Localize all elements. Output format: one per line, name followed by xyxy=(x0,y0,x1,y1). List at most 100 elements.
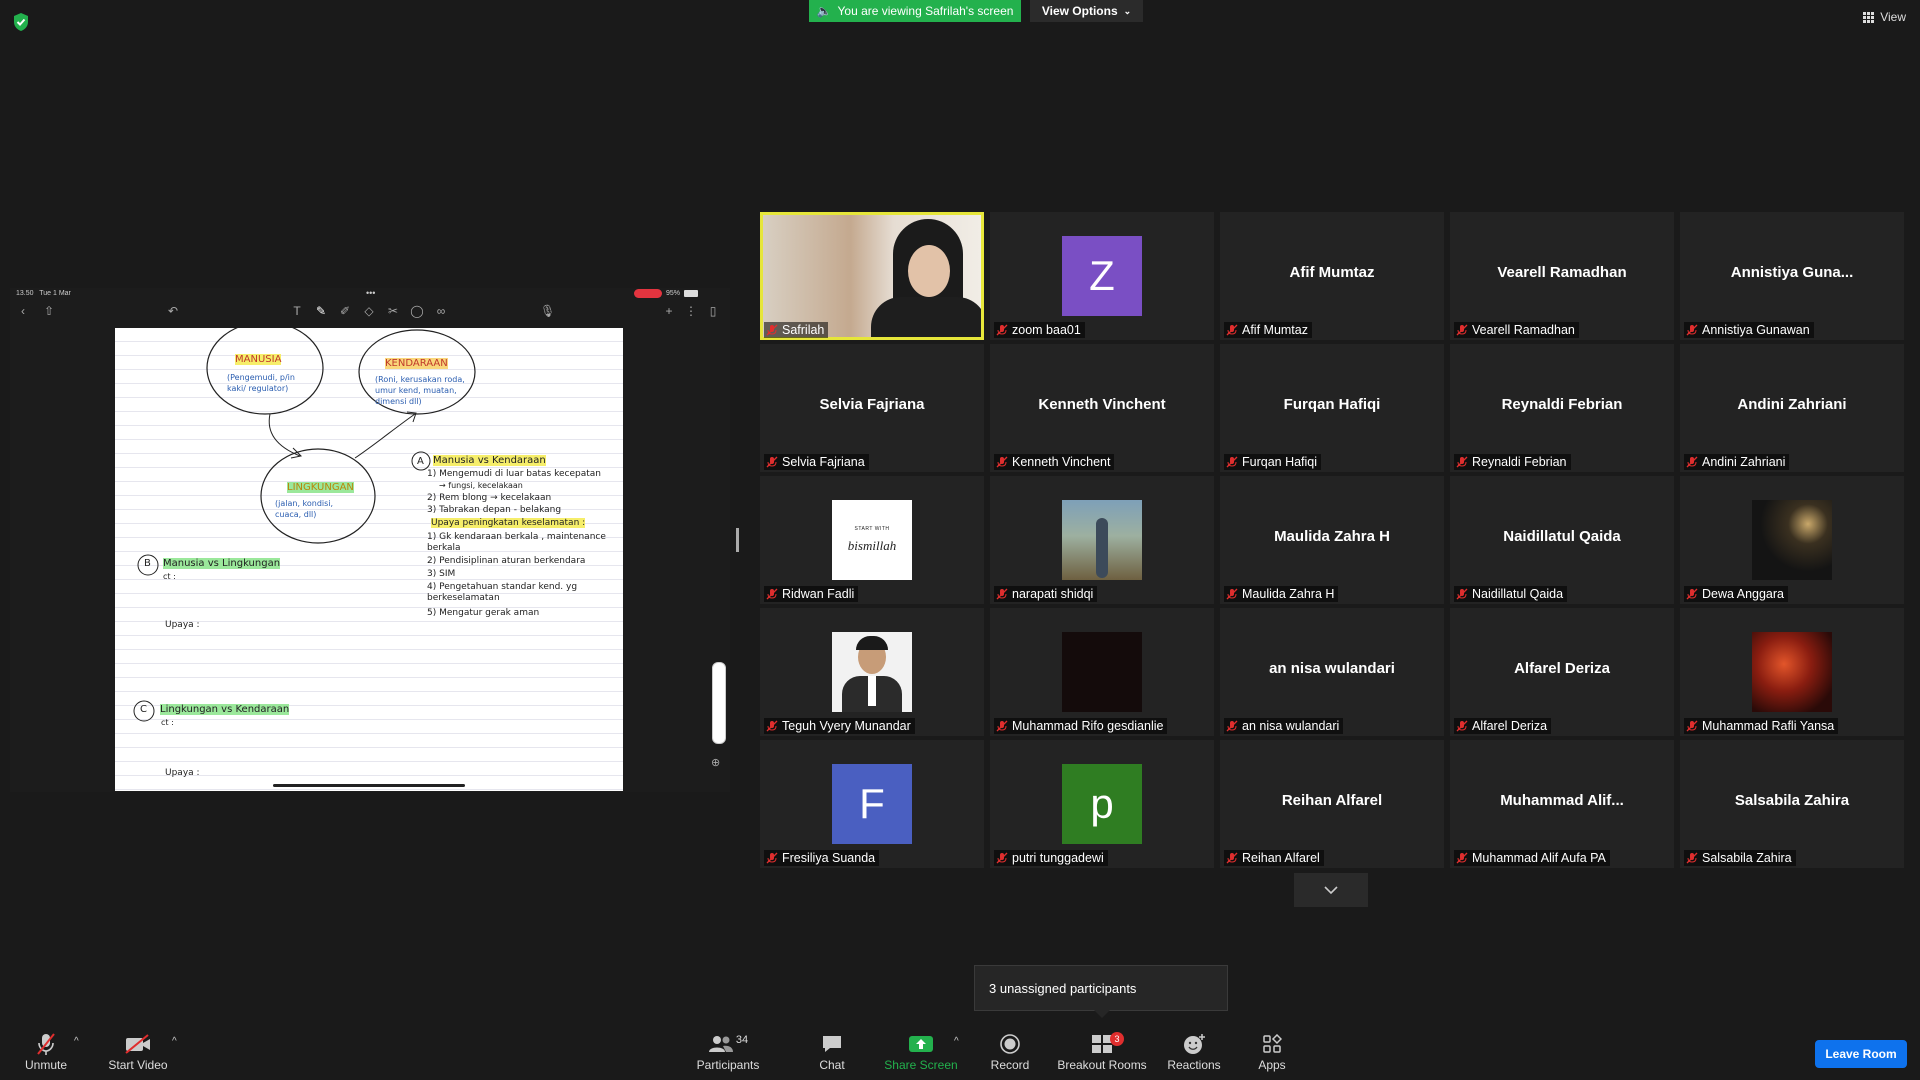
shape-tool-icon[interactable]: ◯ xyxy=(410,304,424,318)
participant-tile[interactable]: Reihan Alfarel Reihan Alfarel xyxy=(1220,740,1444,868)
lasso-tool-icon[interactable]: ✂ xyxy=(386,304,400,318)
participant-name: Selvia Fajriana xyxy=(782,455,865,469)
participant-tile[interactable]: Andini Zahriani Andini Zahriani xyxy=(1680,344,1904,472)
participant-tile[interactable]: Annistiya Guna... Annistiya Gunawan xyxy=(1680,212,1904,340)
participant-tile[interactable]: an nisa wulandari an nisa wulandari xyxy=(1220,608,1444,736)
microphone-muted-icon xyxy=(766,588,778,600)
note-u4: 4) Pengetahuan standar kend. yg berkesel… xyxy=(427,582,578,603)
add-page-icon[interactable]: + xyxy=(662,304,676,318)
share-options-caret-icon[interactable]: ^ xyxy=(954,1036,959,1047)
pencil-tool-icon[interactable]: ✐ xyxy=(338,304,352,318)
participant-tile[interactable]: Vearell Ramadhan Vearell Ramadhan xyxy=(1450,212,1674,340)
more-dots-icon: ••• xyxy=(366,288,376,298)
participants-label: Participants xyxy=(696,1058,760,1072)
participant-name: Teguh Vyery Munandar xyxy=(782,719,911,733)
participant-tile[interactable]: Teguh Vyery Munandar xyxy=(760,608,984,736)
participant-tile[interactable]: F Fresiliya Suanda xyxy=(760,740,984,868)
unmute-label: Unmute xyxy=(24,1058,68,1072)
participant-name: Salsabila Zahira xyxy=(1702,851,1792,865)
participant-name: Alfarel Deriza xyxy=(1472,719,1548,733)
participant-tile[interactable]: Furqan Hafiqi Furqan Hafiqi xyxy=(1220,344,1444,472)
more-options-icon[interactable]: ⋮ xyxy=(684,304,698,318)
participant-display-name: Annistiya Guna... xyxy=(1730,264,1854,281)
participant-tile[interactable]: Reynaldi Febrian Reynaldi Febrian xyxy=(1450,344,1674,472)
participant-name-label: Fresiliya Suanda xyxy=(764,850,880,866)
participant-tile[interactable]: Muhammad Alif... Muhammad Alif Aufa PA xyxy=(1450,740,1674,868)
record-button[interactable]: Record xyxy=(984,1030,1036,1078)
notes-page[interactable]: MANUSIA (Pengemudi, p/in kaki/ regulator… xyxy=(115,328,623,791)
chat-button[interactable]: Chat xyxy=(806,1030,858,1078)
participant-tile[interactable]: START WITH bismillah Ridwan Fadli xyxy=(760,476,984,604)
apps-button[interactable]: Apps xyxy=(1250,1030,1294,1078)
leave-room-label: Leave Room xyxy=(1825,1047,1897,1061)
share-icon[interactable]: ⇧ xyxy=(42,304,56,318)
participant-avatar xyxy=(1062,500,1142,580)
microphone-icon[interactable]: 🎙 xyxy=(540,304,555,318)
participant-tile[interactable]: p putri tunggadewi xyxy=(990,740,1214,868)
participant-tile[interactable]: narapati shidqi xyxy=(990,476,1214,604)
microphone-muted-icon xyxy=(1456,324,1468,336)
link-tool-icon[interactable]: ∞ xyxy=(434,304,448,318)
participant-tile[interactable]: Safrilah xyxy=(760,212,984,340)
microphone-muted-icon xyxy=(1686,324,1698,336)
participant-tile[interactable]: Muhammad Rafli Yansa xyxy=(1680,608,1904,736)
video-options-caret-icon[interactable]: ^ xyxy=(172,1036,177,1047)
share-screen-button[interactable]: Share Screen xyxy=(882,1030,960,1078)
breakout-rooms-button[interactable]: 3 Breakout Rooms xyxy=(1056,1030,1148,1078)
participant-tile[interactable]: Kenneth Vinchent Kenneth Vinchent xyxy=(990,344,1214,472)
participant-name: Maulida Zahra H xyxy=(1242,587,1335,601)
note-u1: 1) Gk kendaraan berkala , maintenance be… xyxy=(427,532,606,553)
note-b-title: Manusia vs Lingkungan xyxy=(163,558,281,569)
participants-button[interactable]: 34 Participants xyxy=(690,1030,766,1078)
participant-tile[interactable]: Afif Mumtaz Afif Mumtaz xyxy=(1220,212,1444,340)
participant-tile[interactable]: Muhammad Rifo gesdianlie xyxy=(990,608,1214,736)
view-layout-button[interactable]: View xyxy=(1863,10,1906,24)
shared-screen[interactable]: 13.50 Tue 1 Mar ••• 95% ‹ ⇧ ↶ T ✎ ✐ ◇ ✂ … xyxy=(10,288,730,792)
microphone-muted-icon xyxy=(996,456,1008,468)
unmute-button[interactable]: Unmute xyxy=(20,1030,72,1078)
next-page-button[interactable] xyxy=(1294,873,1368,907)
participant-name: zoom baa01 xyxy=(1012,323,1081,337)
view-label: View xyxy=(1880,10,1906,24)
participant-tile[interactable]: Naidillatul Qaida Naidillatul Qaida xyxy=(1450,476,1674,604)
participant-display-name: Salsabila Zahira xyxy=(1734,792,1850,809)
participant-name: Reynaldi Febrian xyxy=(1472,455,1567,469)
participant-name-label: Salsabila Zahira xyxy=(1684,850,1796,866)
view-options-button[interactable]: View Options ⌄ xyxy=(1030,0,1143,22)
text-tool-icon[interactable]: T xyxy=(290,304,304,318)
participant-tile[interactable]: Alfarel Deriza Alfarel Deriza xyxy=(1450,608,1674,736)
audio-options-caret-icon[interactable]: ^ xyxy=(74,1036,79,1047)
participant-name: Andini Zahriani xyxy=(1702,455,1786,469)
undo-icon[interactable]: ↶ xyxy=(166,304,180,318)
ipad-time: 13.50 xyxy=(16,290,34,297)
participant-tile[interactable]: Salsabila Zahira Salsabila Zahira xyxy=(1680,740,1904,868)
pen-tool-icon[interactable]: ✎ xyxy=(314,304,328,318)
security-shield-icon[interactable] xyxy=(12,12,30,32)
participant-tile[interactable]: Zzoom baa01 xyxy=(990,212,1214,340)
participant-name: putri tunggadewi xyxy=(1012,851,1104,865)
share-screen-icon xyxy=(909,1036,933,1052)
participant-tile[interactable]: Selvia Fajriana Selvia Fajriana xyxy=(760,344,984,472)
participant-tile[interactable]: Maulida Zahra H Maulida Zahra H xyxy=(1220,476,1444,604)
record-indicator-icon xyxy=(634,289,662,298)
participant-name-label: Teguh Vyery Munandar xyxy=(764,718,915,734)
leave-room-button[interactable]: Leave Room xyxy=(1815,1040,1907,1068)
note-a3: 3) Tabrakan depan - belakang xyxy=(427,505,562,515)
participant-tile[interactable]: Dewa Anggara xyxy=(1680,476,1904,604)
eraser-tool-icon[interactable]: ◇ xyxy=(362,304,376,318)
split-divider-handle[interactable] xyxy=(736,528,739,552)
record-label: Record xyxy=(990,1058,1030,1072)
chat-icon xyxy=(823,1036,841,1052)
participant-name-label: Furqan Hafiqi xyxy=(1224,454,1322,470)
zoom-icon[interactable]: ⊕ xyxy=(711,756,725,770)
participant-display-name: Vearell Ramadhan xyxy=(1497,264,1627,281)
tooltip-text: 3 unassigned participants xyxy=(989,980,1137,996)
back-icon[interactable]: ‹ xyxy=(16,304,30,318)
participant-avatar xyxy=(1752,632,1832,712)
pages-icon[interactable]: ▯ xyxy=(706,304,720,318)
reactions-button[interactable]: Reactions xyxy=(1164,1030,1224,1078)
participant-name-label: an nisa wulandari xyxy=(1224,718,1344,734)
avatar-caption-top: START WITH xyxy=(854,526,890,532)
start-video-button[interactable]: Start Video xyxy=(106,1030,170,1078)
page-scroller[interactable] xyxy=(712,662,726,744)
